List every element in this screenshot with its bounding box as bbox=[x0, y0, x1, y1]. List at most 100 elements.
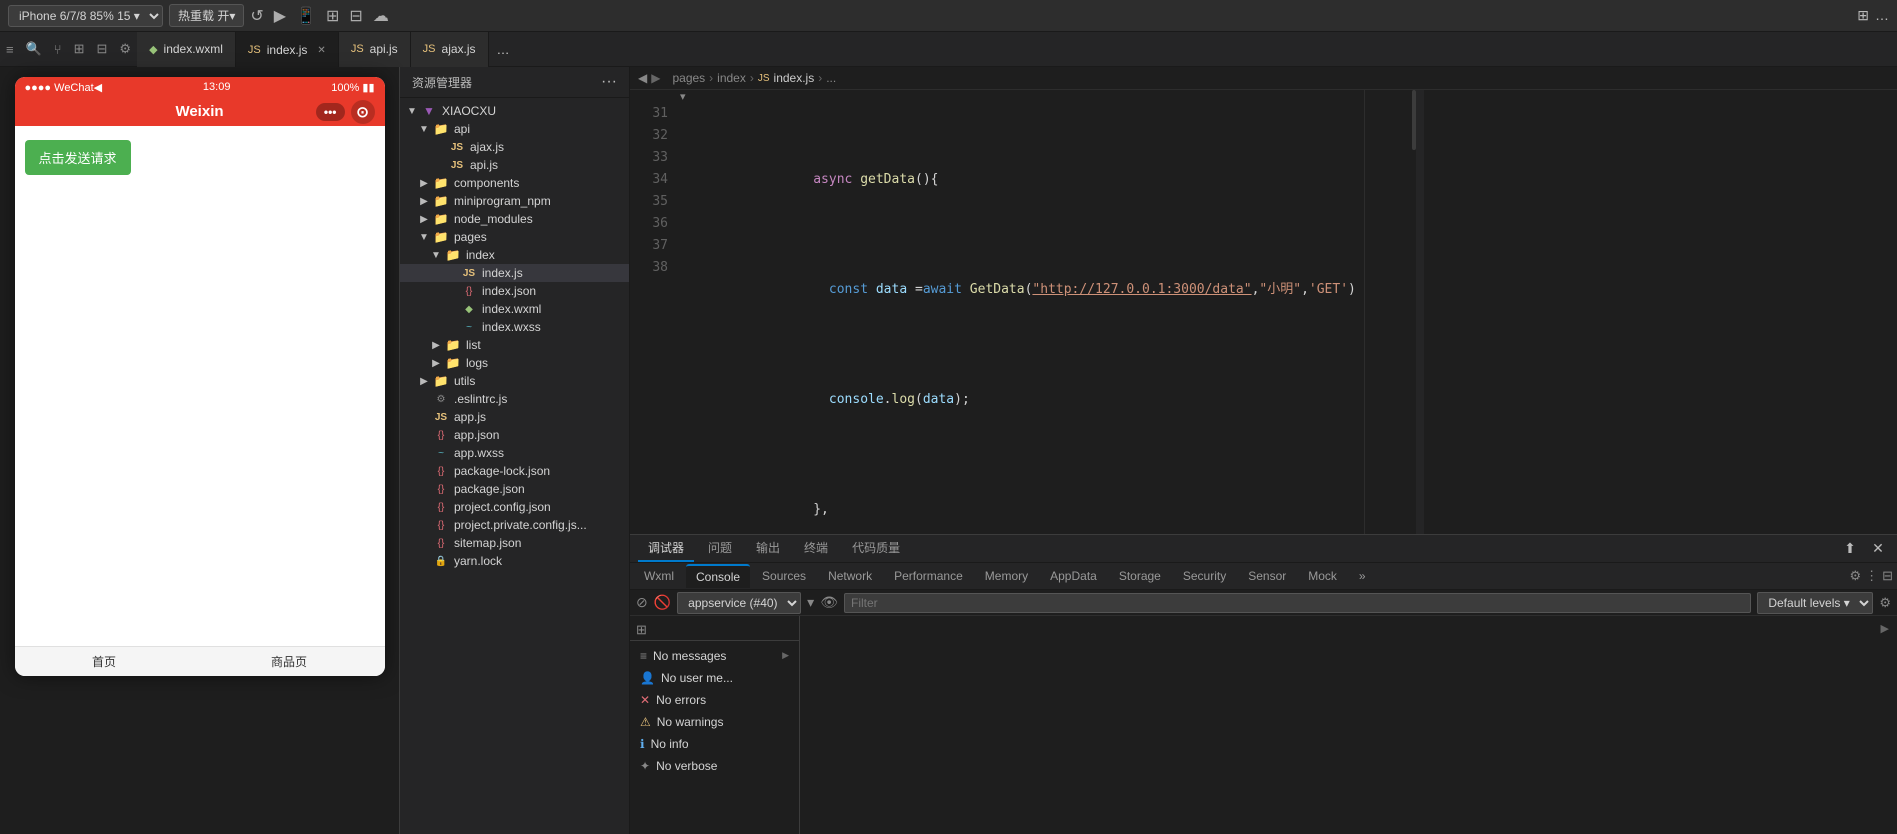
levels-selector[interactable]: Default levels ▾ bbox=[1757, 592, 1873, 614]
panel-tab-issues[interactable]: 问题 bbox=[698, 535, 742, 562]
tree-file-index-json[interactable]: {} index.json bbox=[400, 282, 629, 300]
explorer-more[interactable]: ··· bbox=[601, 73, 617, 91]
console-filter-no-verbose[interactable]: ✦ No verbose bbox=[630, 755, 799, 777]
panel-tab-codequality[interactable]: 代码质量 bbox=[842, 535, 910, 562]
console-clear-icon[interactable]: 🚫 bbox=[654, 594, 671, 611]
tree-folder-components[interactable]: ▶ 📁 components bbox=[400, 174, 629, 192]
devtools-tab-mock[interactable]: Mock bbox=[1298, 565, 1347, 587]
tree-folder-api[interactable]: ▼ 📁 api bbox=[400, 120, 629, 138]
breadcrumb-index-js[interactable]: index.js bbox=[774, 71, 815, 85]
tab-index-js[interactable]: JS index.js ✕ bbox=[236, 32, 339, 67]
refresh-icon[interactable]: ↺ bbox=[250, 6, 263, 26]
devtools-more-icon[interactable]: ⋮ bbox=[1865, 568, 1878, 584]
breadcrumb-index[interactable]: index bbox=[717, 71, 746, 85]
tree-file-package-lock[interactable]: {} package-lock.json bbox=[400, 462, 629, 480]
panel-close[interactable]: ✕ bbox=[1867, 538, 1889, 560]
tree-file-eslint[interactable]: ⚙ .eslintrc.js bbox=[400, 390, 629, 408]
phone-nav-record[interactable]: ⊙ bbox=[351, 100, 375, 124]
panel-maximize[interactable]: ⬆ bbox=[1839, 538, 1861, 560]
tree-folder-logs[interactable]: ▶ 📁 logs bbox=[400, 354, 629, 372]
devtools-tabs-more[interactable]: » bbox=[1349, 565, 1376, 587]
breadcrumb-pages[interactable]: pages bbox=[672, 71, 705, 85]
console-stop-icon[interactable]: ⊘ bbox=[636, 594, 648, 611]
console-log-area[interactable]: ▶ bbox=[800, 616, 1897, 834]
extensions-icon[interactable]: ⊞ bbox=[68, 41, 91, 57]
console-dropdown-icon[interactable]: ▾ bbox=[807, 594, 814, 611]
grid-icon[interactable]: ⊞ bbox=[326, 6, 339, 26]
devtools-tab-performance[interactable]: Performance bbox=[884, 565, 973, 587]
console-filter-no-errors[interactable]: ✕ No errors bbox=[630, 689, 799, 711]
console-settings-icon[interactable]: ⚙ bbox=[1879, 595, 1891, 611]
console-layout-icon[interactable]: ⊞ bbox=[636, 622, 647, 638]
panel-tab-terminal[interactable]: 终端 bbox=[794, 535, 838, 562]
tab-index-wxml[interactable]: ◆ index.wxml bbox=[137, 32, 236, 67]
code-collapse-arrow[interactable]: ▾ bbox=[680, 90, 686, 103]
devtools-tab-appdata[interactable]: AppData bbox=[1040, 565, 1107, 587]
search-icon[interactable]: 🔍 bbox=[20, 41, 48, 57]
devtools-tab-sources[interactable]: Sources bbox=[752, 565, 816, 587]
cloud-icon[interactable]: ☁ bbox=[373, 6, 389, 26]
tree-folder-index[interactable]: ▼ 📁 index bbox=[400, 246, 629, 264]
tree-file-api-js[interactable]: JS api.js bbox=[400, 156, 629, 174]
debug-icon[interactable]: ⊟ bbox=[91, 41, 114, 57]
tree-folder-list[interactable]: ▶ 📁 list bbox=[400, 336, 629, 354]
tab-api-js[interactable]: JS api.js bbox=[339, 32, 411, 67]
tree-folder-miniprogram[interactable]: ▶ 📁 miniprogram_npm bbox=[400, 192, 629, 210]
tree-file-index-wxss[interactable]: ~ index.wxss bbox=[400, 318, 629, 336]
nav-forward[interactable]: ▶ bbox=[651, 71, 660, 85]
tree-file-app-json[interactable]: {} app.json bbox=[400, 426, 629, 444]
more-icon[interactable]: … bbox=[1875, 7, 1889, 24]
sidebar-toggle[interactable]: ≡ bbox=[0, 42, 20, 57]
tree-file-app-js[interactable]: JS app.js bbox=[400, 408, 629, 426]
phone-icon[interactable]: 📱 bbox=[296, 6, 316, 26]
phone-nav-dots[interactable]: ••• bbox=[316, 103, 345, 121]
console-eye-icon[interactable]: 👁 bbox=[820, 594, 838, 611]
devtools-console-icon[interactable]: ⊟ bbox=[1882, 568, 1893, 584]
console-filter-no-user[interactable]: 👤 No user me... bbox=[630, 667, 799, 689]
tree-file-sitemap[interactable]: {} sitemap.json bbox=[400, 534, 629, 552]
tree-folder-utils[interactable]: ▶ 📁 utils bbox=[400, 372, 629, 390]
tab-close-index-js[interactable]: ✕ bbox=[317, 45, 325, 56]
settings-icon[interactable]: ⚙ bbox=[113, 41, 137, 57]
console-filter-no-warnings[interactable]: ⚠ No warnings bbox=[630, 711, 799, 733]
play-icon[interactable]: ▶ bbox=[274, 6, 286, 26]
breadcrumb-dots[interactable]: ... bbox=[826, 71, 836, 85]
git-icon[interactable]: ⑂ bbox=[48, 42, 68, 57]
tabs-more[interactable]: … bbox=[489, 42, 518, 57]
tab-ajax-js[interactable]: JS ajax.js bbox=[411, 32, 489, 67]
phone-send-btn[interactable]: 点击发送请求 bbox=[25, 140, 131, 175]
nav-back[interactable]: ◀ bbox=[638, 71, 647, 85]
devtools-tab-wxml[interactable]: Wxml bbox=[634, 565, 684, 587]
panel-tab-debugger[interactable]: 调试器 bbox=[638, 535, 694, 562]
console-filter-no-messages[interactable]: ≡ No messages ▶ bbox=[630, 645, 799, 667]
tree-folder-pages[interactable]: ▼ 📁 pages bbox=[400, 228, 629, 246]
devtools-settings-icon[interactable]: ⚙ bbox=[1849, 568, 1861, 584]
devtools-tab-console[interactable]: Console bbox=[686, 564, 750, 588]
devtools-tab-memory[interactable]: Memory bbox=[975, 565, 1038, 587]
panel-tab-output[interactable]: 输出 bbox=[746, 535, 790, 562]
tree-file-project-config[interactable]: {} project.config.json bbox=[400, 498, 629, 516]
code-content[interactable]: async getData(){ const data =await GetDa… bbox=[680, 103, 1364, 534]
devtools-tab-sensor[interactable]: Sensor bbox=[1238, 565, 1296, 587]
tree-file-index-wxml[interactable]: ◆ index.wxml bbox=[400, 300, 629, 318]
split-icon[interactable]: ⊟ bbox=[349, 6, 362, 26]
devtools-tab-network[interactable]: Network bbox=[818, 565, 882, 587]
hotreload-selector[interactable]: 热重载 开▾ bbox=[169, 4, 244, 27]
tree-file-index-js[interactable]: JS index.js bbox=[400, 264, 629, 282]
console-filter-no-info[interactable]: ℹ No info bbox=[630, 733, 799, 755]
tree-file-package-json[interactable]: {} package.json bbox=[400, 480, 629, 498]
devtools-tab-storage[interactable]: Storage bbox=[1109, 565, 1171, 587]
tree-file-project-private[interactable]: {} project.private.config.js... bbox=[400, 516, 629, 534]
tree-file-ajax-js[interactable]: JS ajax.js bbox=[400, 138, 629, 156]
device-selector[interactable]: iPhone 6/7/8 85% 15 ▾ bbox=[8, 5, 163, 27]
tree-folder-node-modules[interactable]: ▶ 📁 node_modules bbox=[400, 210, 629, 228]
tree-root[interactable]: ▼ ▼ XIAOCXU bbox=[400, 102, 629, 120]
layout-icon[interactable]: ⊞ bbox=[1857, 7, 1869, 24]
tree-file-yarn-lock[interactable]: 🔒 yarn.lock bbox=[400, 552, 629, 570]
tree-file-app-wxss[interactable]: ~ app.wxss bbox=[400, 444, 629, 462]
filter-input[interactable] bbox=[844, 593, 1751, 613]
phone-nav-home[interactable]: 首页 bbox=[92, 653, 116, 670]
console-expand-icon[interactable]: ▶ bbox=[1881, 622, 1889, 635]
phone-nav-products[interactable]: 商品页 bbox=[271, 653, 307, 670]
service-selector[interactable]: appservice (#40) bbox=[677, 592, 801, 614]
